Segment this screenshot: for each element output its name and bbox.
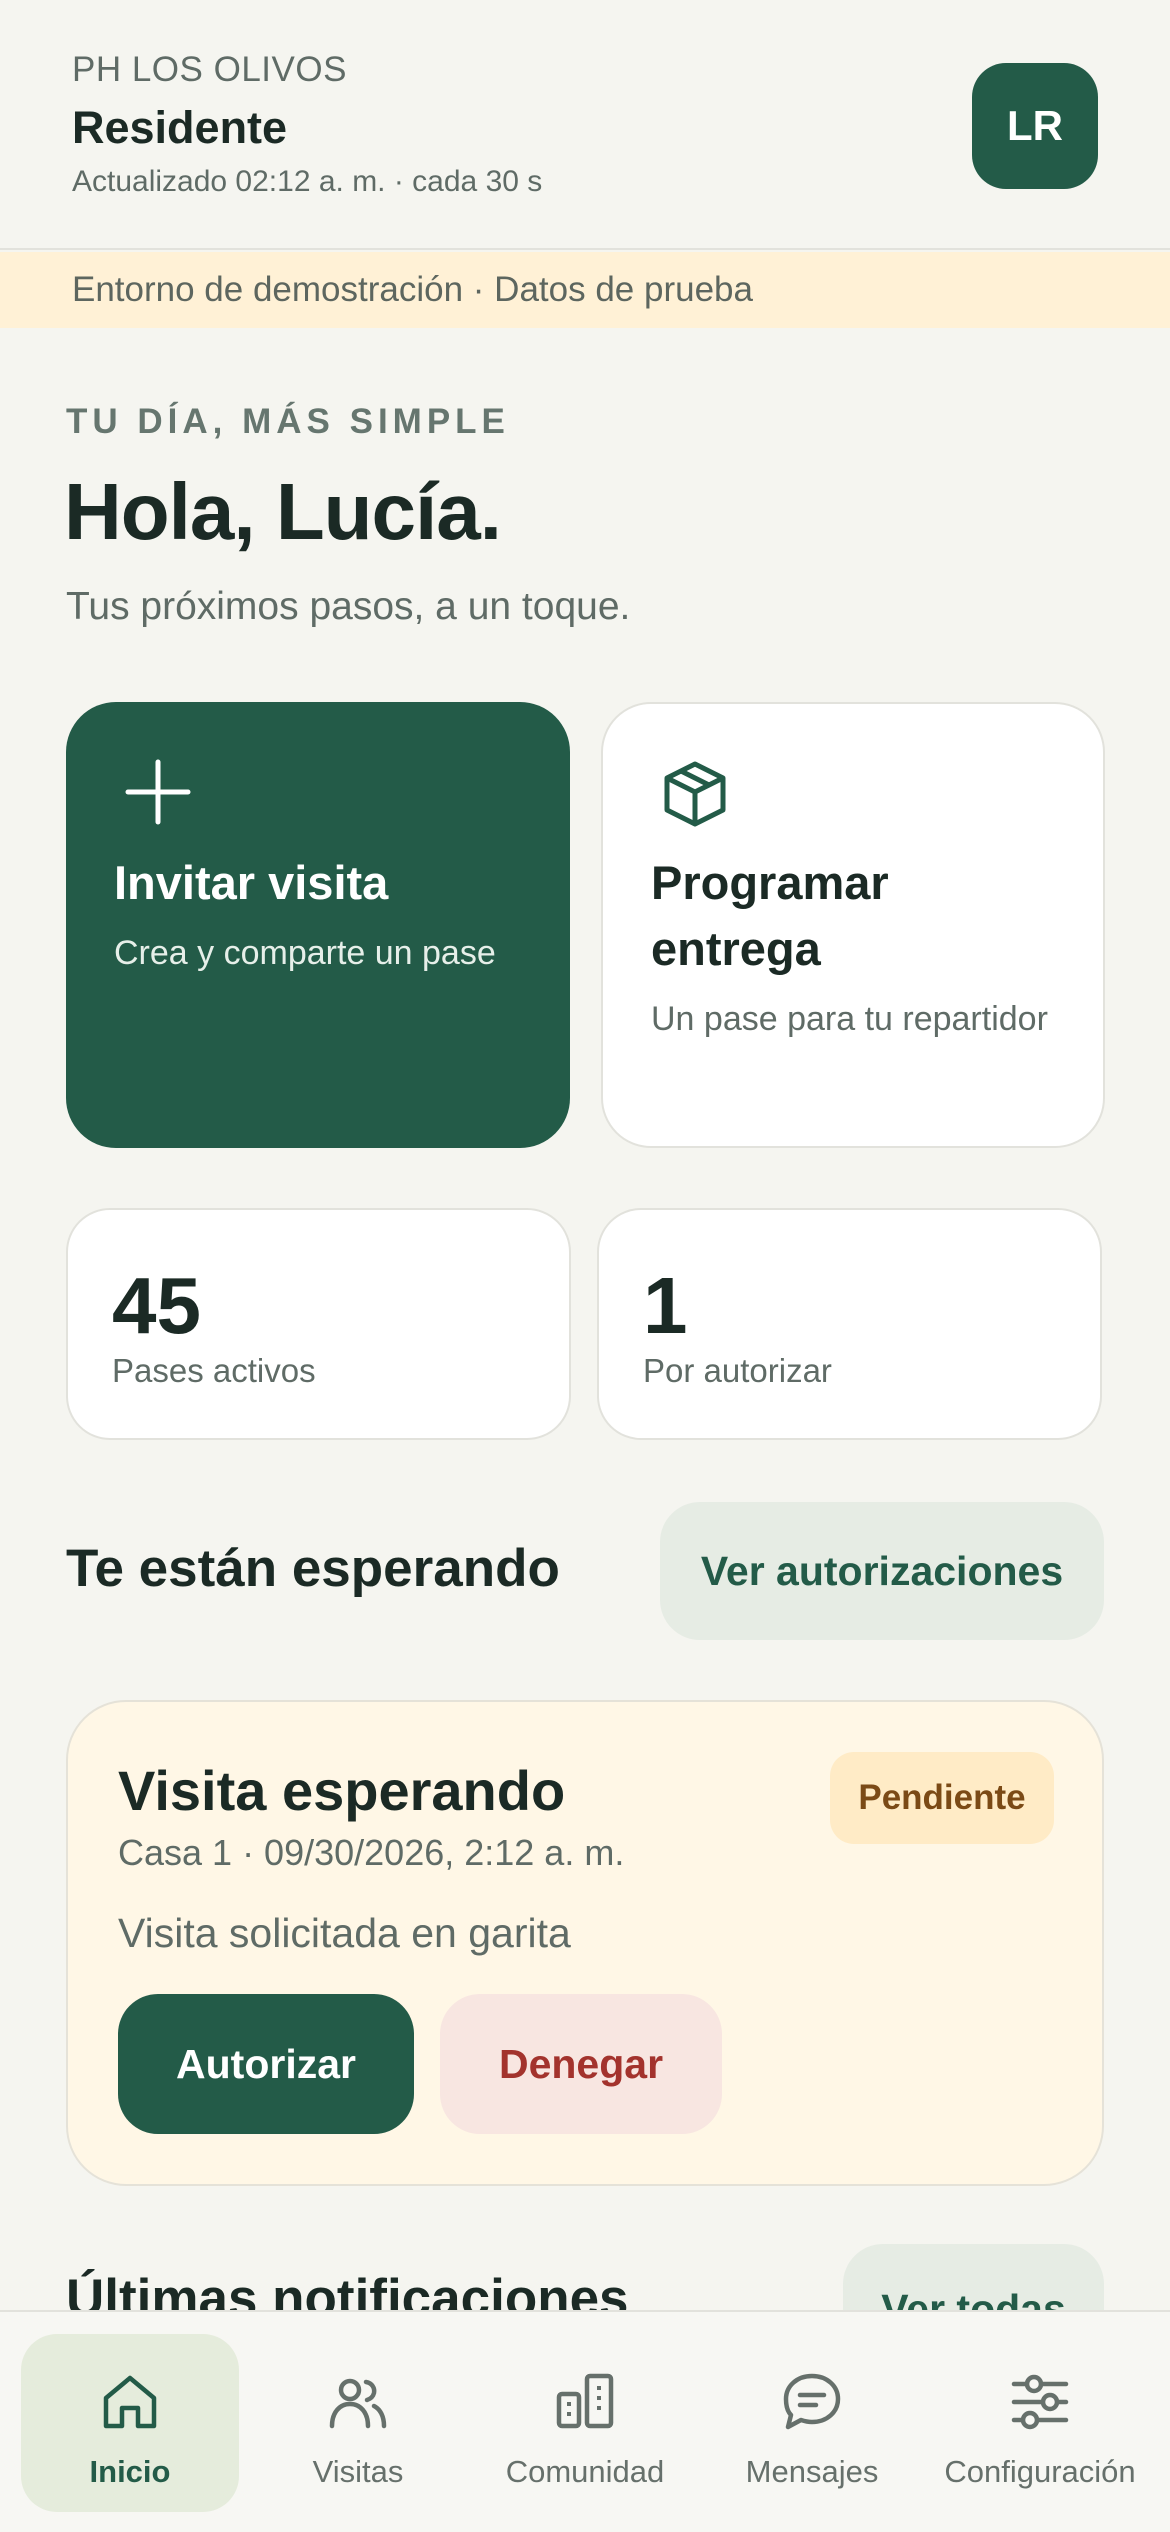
avatar[interactable]: LR — [972, 63, 1098, 189]
view-authorizations-button[interactable]: Ver autorizaciones — [660, 1502, 1104, 1640]
home-icon — [103, 2375, 157, 2429]
schedule-delivery-subtitle: Un pase para tu repartidor — [651, 1000, 1048, 1038]
stat-to-authorize: 1 Por autorizar — [597, 1208, 1102, 1440]
waiting-visit-card: Visita esperando Pendiente Casa 1 · 09/3… — [66, 1700, 1104, 2186]
sliders-icon — [1011, 2374, 1069, 2430]
plus-icon — [125, 759, 191, 825]
package-icon — [664, 761, 726, 827]
building-icon — [556, 2373, 614, 2429]
users-icon — [329, 2378, 387, 2429]
app-header: PH LOS OLIVOS Residente Actualizado 02:1… — [0, 0, 1170, 250]
nav-item-mensajes[interactable]: Mensajes — [703, 2334, 921, 2512]
schedule-delivery-title: Programar entrega — [651, 856, 889, 975]
waiting-card-meta: Casa 1 · 09/30/2026, 2:12 a. m. — [118, 1832, 625, 1873]
invite-visit-title: Invitar visita — [114, 856, 389, 909]
schedule-delivery-card[interactable]: Programar entrega Un pase para tu repart… — [601, 702, 1105, 1148]
nav-label: Visitas — [312, 2454, 404, 2489]
stat-active-passes: 45 Pases activos — [66, 1208, 571, 1440]
authorize-button[interactable]: Autorizar — [118, 1994, 414, 2134]
nav-item-inicio[interactable]: Inicio — [21, 2334, 239, 2512]
stat-label: Por autorizar — [643, 1352, 832, 1389]
bottom-nav: Inicio Visitas Comunidad Mensajes Config… — [0, 2310, 1170, 2532]
invite-visit-card[interactable]: Invitar visita Crea y comparte un pase — [66, 702, 570, 1148]
stat-label: Pases activos — [112, 1352, 316, 1389]
greeting-title: Hola, Lucía. — [64, 467, 502, 556]
org-name: PH LOS OLIVOS — [72, 50, 347, 89]
greeting-subtitle: Tus próximos pasos, a un toque. — [66, 585, 631, 628]
stat-value: 45 — [112, 1261, 201, 1350]
greeting-eyebrow: TU DÍA, MÁS SIMPLE — [66, 402, 510, 441]
nav-label: Mensajes — [745, 2454, 879, 2489]
user-role: Residente — [72, 102, 288, 153]
nav-label: Configuración — [944, 2454, 1136, 2489]
stat-value: 1 — [643, 1261, 688, 1350]
message-icon — [783, 2373, 841, 2430]
status-badge: Pendiente — [830, 1752, 1054, 1844]
waiting-card-description: Visita solicitada en garita — [118, 1910, 571, 1956]
nav-label: Inicio — [89, 2454, 171, 2489]
invite-visit-subtitle: Crea y comparte un pase — [114, 934, 496, 972]
nav-item-visitas[interactable]: Visitas — [249, 2334, 467, 2512]
demo-banner: Entorno de demostración · Datos de prueb… — [0, 252, 1170, 328]
nav-label: Comunidad — [505, 2454, 665, 2489]
waiting-card-title: Visita esperando — [118, 1759, 566, 1822]
waiting-section-title: Te están esperando — [66, 1539, 560, 1598]
nav-item-configuracion[interactable]: Configuración — [931, 2334, 1149, 2512]
last-updated: Actualizado 02:12 a. m. · cada 30 s — [72, 165, 543, 198]
deny-button[interactable]: Denegar — [440, 1994, 722, 2134]
nav-item-comunidad[interactable]: Comunidad — [476, 2334, 694, 2512]
